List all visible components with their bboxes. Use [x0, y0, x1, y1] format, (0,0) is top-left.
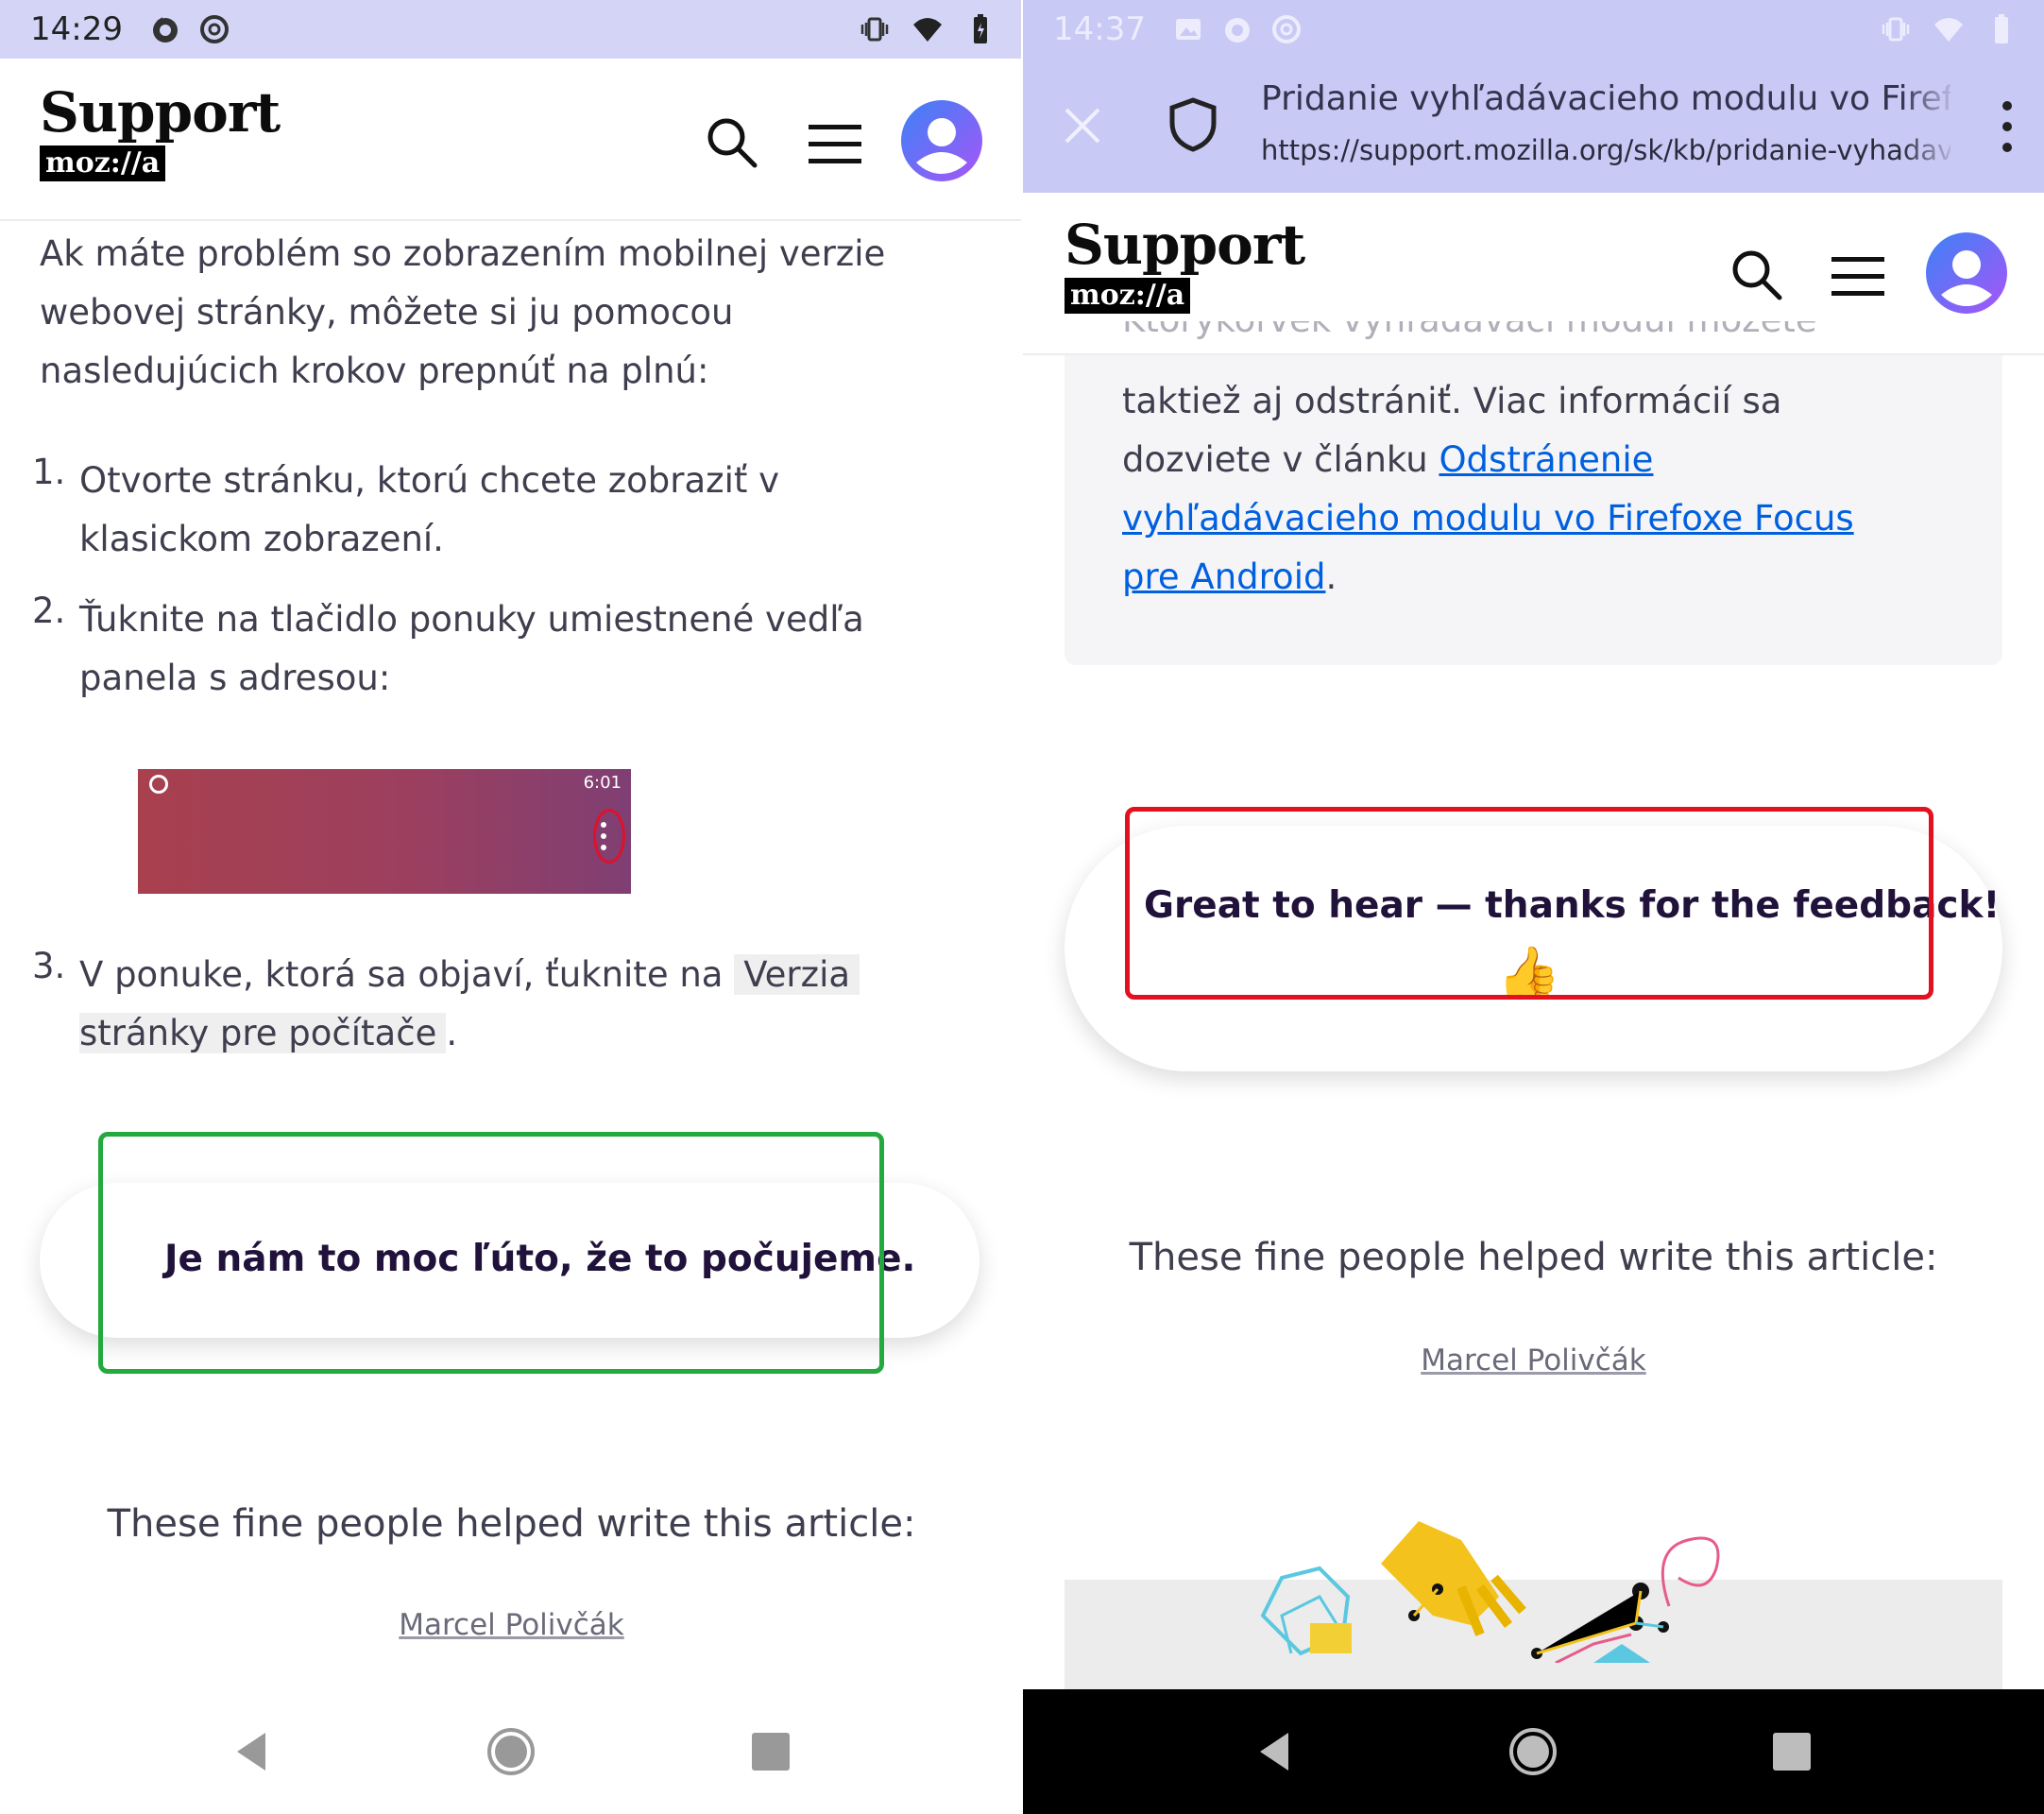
android-nav-bar — [0, 1689, 1023, 1814]
screenshot-time: 6:01 — [583, 773, 622, 793]
status-dot-icon — [149, 775, 168, 794]
note-text: taktiež aj odstrániť. Viac informácií sa… — [1122, 372, 1972, 607]
firefox-notification-icon — [152, 17, 178, 43]
kebab-menu-icon — [601, 822, 606, 850]
article-link[interactable]: pre Android — [1122, 556, 1325, 597]
menu-button-screenshot: 6:01 — [138, 769, 631, 894]
intro-paragraph: Ak máte problém so zobrazením mobilnej v… — [40, 225, 994, 401]
contributors-heading: These fine people helped write this arti… — [107, 1502, 916, 1546]
hamburger-menu-icon[interactable] — [809, 123, 861, 164]
note-line: dozviete v článku — [1122, 439, 1428, 480]
contributor-name: Marcel Polivčák — [1421, 1343, 1646, 1378]
sync-notification-icon — [199, 15, 229, 43]
menu-item-code: stránky pre počítače — [79, 1013, 447, 1053]
back-icon[interactable] — [1247, 1723, 1303, 1780]
hamburger-menu-icon[interactable] — [1831, 255, 1884, 297]
highlight-outline-green — [98, 1132, 884, 1374]
step-number: 1. — [32, 452, 66, 492]
mozilla-brand: moz://a — [40, 145, 166, 181]
wifi-icon — [913, 18, 942, 42]
recents-icon[interactable] — [1763, 1723, 1820, 1780]
custom-tab-toolbar: Pridanie vyhľadávacieho modulu vo Firefo… — [1023, 59, 2044, 193]
step-number: 2. — [32, 590, 66, 631]
doodle-illustration — [1260, 1521, 1720, 1663]
step-line: V ponuke, ktorá sa objaví, ťuknite na — [79, 954, 724, 995]
contributor-name: Marcel Polivčák — [399, 1608, 624, 1642]
step-number: 3. — [32, 946, 66, 986]
status-bar: 14:37 — [1023, 0, 2044, 59]
note-line: taktiež aj odstrániť. Viac informácií sa — [1122, 381, 1782, 421]
user-avatar[interactable] — [1926, 232, 2007, 314]
sync-notification-icon — [1271, 15, 1301, 43]
punctuation: . — [1325, 556, 1337, 597]
page-title: Pridanie vyhľadávacieho modulu vo Firefo… — [1261, 79, 1950, 118]
status-time: 14:37 — [1053, 10, 1146, 48]
battery-icon — [1995, 14, 2008, 43]
user-icon — [1941, 250, 1992, 306]
back-icon[interactable] — [224, 1723, 281, 1780]
step-line: Ťuknite na tlačidlo ponuky umiestnené ve… — [79, 599, 864, 640]
step-line: Otvorte stránku, ktorú chcete zobraziť v — [79, 460, 780, 501]
status-bar: 14:29 — [0, 0, 1023, 59]
article-link[interactable]: vyhľadávacieho modulu vo Firefoxe Focus — [1122, 498, 1854, 539]
home-icon[interactable] — [483, 1723, 539, 1780]
decorative-illustration — [1065, 1521, 2002, 1689]
note-line-cutoff: Ktorýkoľvek vyhľadávací modul môžete — [1122, 321, 1972, 353]
article-link[interactable]: Odstránenie — [1439, 439, 1653, 480]
note-line: Ktorýkoľvek vyhľadávací modul môžete — [1122, 321, 1972, 350]
recents-icon[interactable] — [742, 1723, 799, 1780]
support-logo[interactable]: Support moz://a — [40, 80, 281, 181]
intro-line: webovej stránky, môžete si ju pomocou — [40, 292, 734, 333]
contributors-heading: These fine people helped write this arti… — [1129, 1236, 1938, 1279]
battery-icon — [974, 14, 987, 43]
home-icon[interactable] — [1505, 1723, 1561, 1780]
user-icon — [916, 118, 967, 174]
user-avatar[interactable] — [901, 100, 982, 181]
support-logo[interactable]: Support moz://a — [1065, 213, 1305, 314]
intro-line: Ak máte problém so zobrazením mobilnej v… — [40, 233, 886, 274]
step-line: klasickom zobrazení. — [79, 519, 444, 559]
status-time: 14:29 — [30, 10, 123, 48]
left-screenshot: 14:29 Support moz://a Ak máte problém so… — [0, 0, 1023, 1814]
close-icon[interactable] — [1061, 104, 1104, 147]
punctuation: . — [446, 1013, 458, 1053]
image-notification-icon — [1175, 19, 1201, 40]
step-line: panela s adresou: — [79, 658, 391, 698]
page-url[interactable]: https://support.mozilla.org/sk/kb/pridan… — [1261, 134, 1950, 166]
search-icon[interactable] — [1728, 246, 1784, 302]
mozilla-brand: moz://a — [1065, 278, 1191, 314]
vibrate-icon — [1882, 17, 1910, 42]
vibrate-icon — [860, 17, 889, 42]
kebab-menu-icon[interactable] — [1993, 96, 2021, 157]
step-3: V ponuke, ktorá sa objaví, ťuknite na Ve… — [79, 946, 1005, 1063]
search-icon[interactable] — [703, 113, 759, 170]
logo-wordmark: Support — [1065, 213, 1305, 277]
step-1: Otvorte stránku, ktorú chcete zobraziť v… — [79, 452, 986, 569]
title-fade — [1901, 77, 1958, 181]
contributor-link[interactable]: Marcel Polivčák — [1023, 1343, 2044, 1378]
intro-line: nasledujúcich krokov prepnúť na plnú: — [40, 351, 709, 391]
right-screenshot: 14:37 Pridanie vyhľadávacieho modulu vo … — [1023, 0, 2044, 1814]
highlight-outline-red — [1125, 807, 1933, 1000]
android-nav-bar — [1023, 1689, 2044, 1814]
logo-wordmark: Support — [40, 80, 281, 145]
contributor-link[interactable]: Marcel Polivčák — [0, 1608, 1023, 1642]
firefox-notification-icon — [1224, 18, 1250, 43]
step-2: Ťuknite na tlačidlo ponuky umiestnené ve… — [79, 590, 1005, 708]
wifi-icon — [1934, 18, 1963, 42]
site-header: Support moz://a — [0, 59, 1023, 221]
menu-item-code: Verzia — [734, 954, 860, 995]
shield-icon[interactable] — [1167, 96, 1219, 153]
